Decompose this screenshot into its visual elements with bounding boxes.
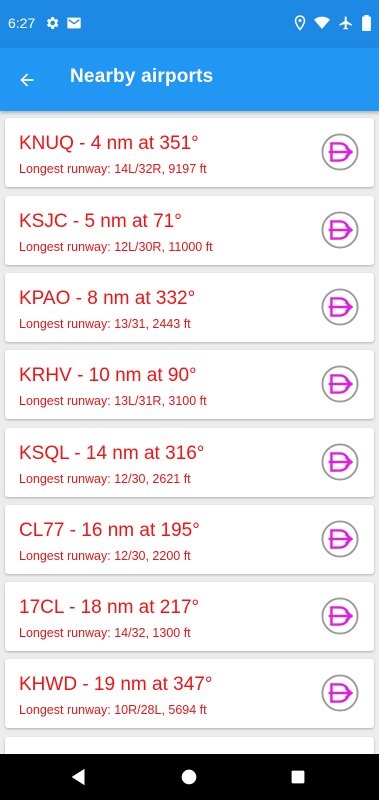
list-item[interactable]: KPAO - 8 nm at 332° Longest runway: 13/3…: [5, 273, 374, 342]
status-right-icons: [294, 15, 371, 31]
airport-runway: Longest runway: 14L/32R, 9197 ft: [19, 162, 207, 176]
direct-to-icon[interactable]: [321, 211, 359, 249]
location-icon: [294, 15, 306, 31]
airport-title: KSJC - 5 nm at 71°: [19, 211, 182, 232]
airport-title: CL77 - 16 nm at 195°: [19, 520, 200, 541]
battery-icon: [362, 15, 371, 31]
arrow-back-icon: [20, 73, 34, 87]
airport-title: KRHV - 10 nm at 90°: [19, 365, 197, 386]
airport-title: 17CL - 18 nm at 217°: [19, 597, 200, 618]
list-item[interactable]: KRHV - 10 nm at 90° Longest runway: 13L/…: [5, 350, 374, 419]
direct-to-icon[interactable]: [321, 133, 359, 171]
airport-runway: Longest runway: 12/30, 2200 ft: [19, 549, 191, 563]
airport-title: KSQL - 14 nm at 316°: [19, 443, 205, 464]
system-nav-bar: [0, 754, 379, 800]
list-item[interactable]: 17CL - 18 nm at 217° Longest runway: 14/…: [5, 582, 374, 651]
direct-to-icon[interactable]: [321, 443, 359, 481]
list-item[interactable]: KNUQ - 4 nm at 351° Longest runway: 14L/…: [5, 118, 374, 187]
recents-square-icon[interactable]: [287, 766, 309, 788]
status-bar: 6:27: [0, 0, 379, 48]
direct-to-icon[interactable]: [321, 597, 359, 635]
airport-runway: Longest runway: 13L/31R, 3100 ft: [19, 394, 207, 408]
airport-list[interactable]: KNUQ - 4 nm at 351° Longest runway: 14L/…: [0, 111, 379, 754]
direct-to-icon[interactable]: [321, 520, 359, 558]
wifi-icon: [314, 16, 330, 29]
direct-to-icon[interactable]: [321, 288, 359, 326]
airport-runway: Longest runway: 13/31, 2443 ft: [19, 317, 191, 331]
home-circle-icon[interactable]: [178, 766, 200, 788]
list-item[interactable]: KHWD - 19 nm at 347° Longest runway: 10R…: [5, 659, 374, 728]
status-left-icons: [44, 15, 82, 31]
airport-runway: Longest runway: 14/32, 1300 ft: [19, 626, 191, 640]
direct-to-icon[interactable]: [321, 674, 359, 712]
airplane-icon: [339, 16, 352, 30]
list-item-partial[interactable]: [5, 737, 374, 754]
gear-icon: [46, 17, 59, 29]
airport-title: KNUQ - 4 nm at 351°: [19, 133, 199, 154]
back-triangle-icon[interactable]: [68, 766, 90, 788]
back-button[interactable]: [10, 63, 44, 97]
airport-title: KPAO - 8 nm at 332°: [19, 288, 196, 309]
airport-title: KHWD - 19 nm at 347°: [19, 674, 213, 695]
mail-icon: [67, 17, 81, 29]
list-item[interactable]: KSQL - 14 nm at 316° Longest runway: 12/…: [5, 428, 374, 497]
airport-runway: Longest runway: 12L/30R, 11000 ft: [19, 240, 213, 254]
status-time: 6:27: [8, 15, 36, 31]
airport-runway: Longest runway: 10R/28L, 5694 ft: [19, 703, 207, 717]
direct-to-icon[interactable]: [321, 365, 359, 403]
list-item[interactable]: CL77 - 16 nm at 195° Longest runway: 12/…: [5, 505, 374, 574]
app-bar: Nearby airports: [0, 48, 379, 111]
airport-runway: Longest runway: 12/30, 2621 ft: [19, 472, 191, 486]
page-title: Nearby airports: [70, 66, 214, 87]
list-item[interactable]: KSJC - 5 nm at 71° Longest runway: 12L/3…: [5, 196, 374, 265]
